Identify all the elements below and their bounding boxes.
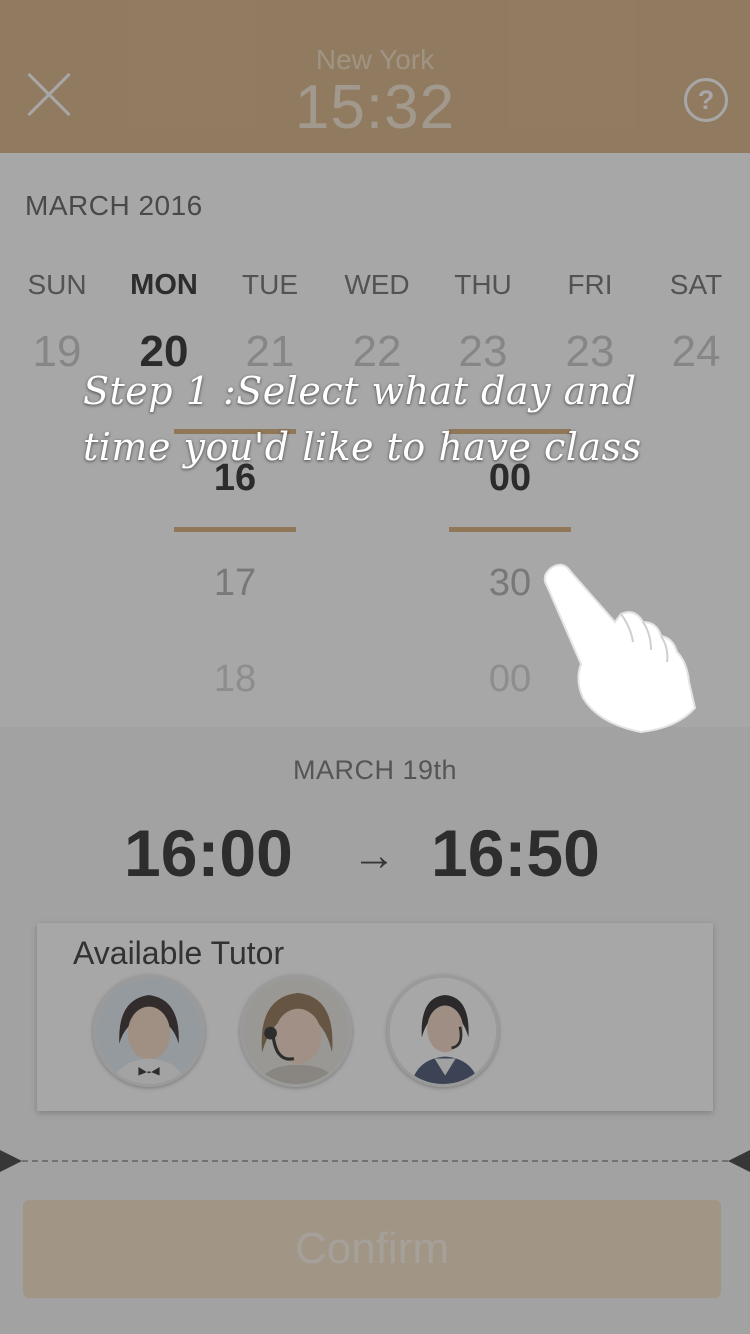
tutorial-tip-line-1: Step 1 :Select what day and	[83, 369, 637, 413]
tutorial-tip-line-2: time you'd like to have class	[83, 425, 642, 469]
tutorial-tip: Step 1 :Select what day and time you'd l…	[83, 363, 703, 475]
pointing-hand-icon	[543, 563, 697, 734]
